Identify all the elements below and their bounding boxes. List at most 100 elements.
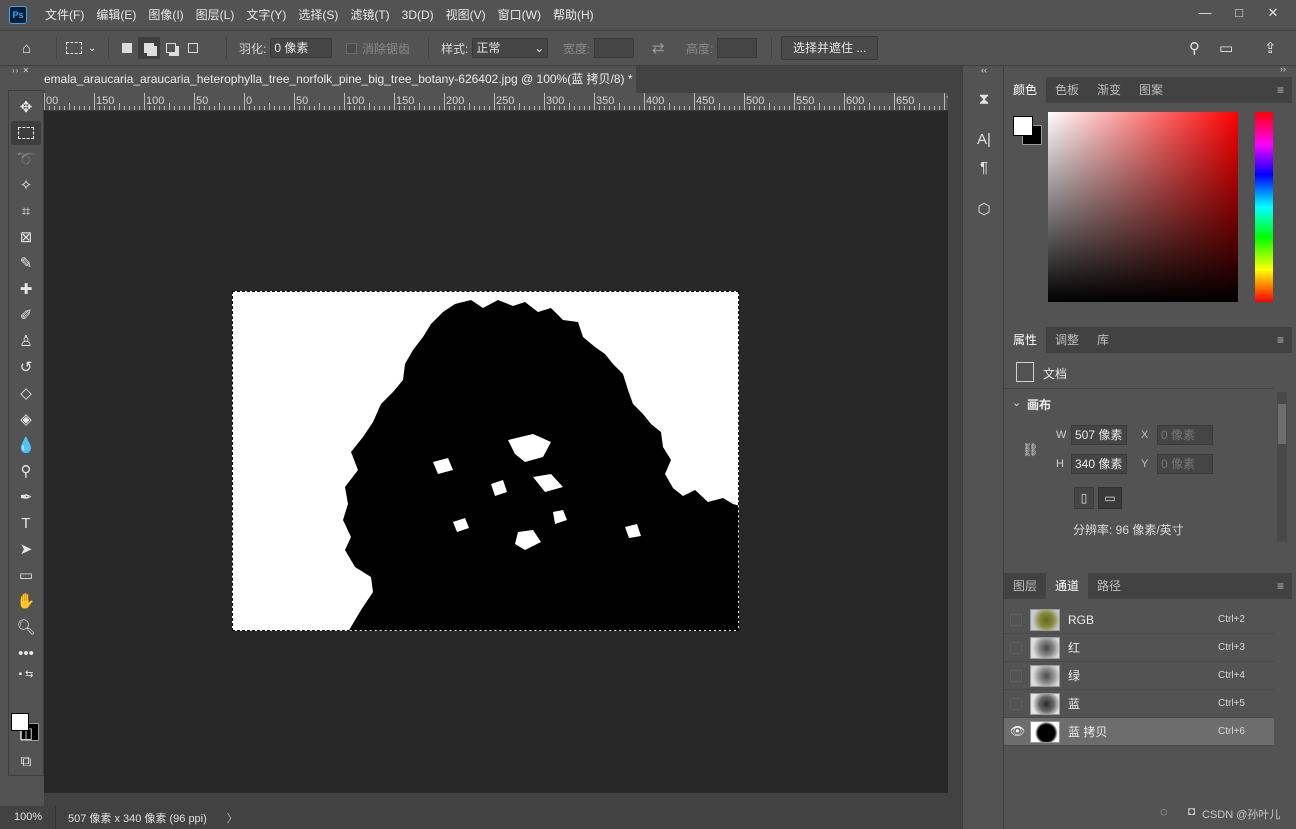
menu-help[interactable]: 帮助(H) <box>547 0 600 30</box>
screen-mode-icon[interactable]: ⧉ <box>11 749 41 773</box>
menu-image[interactable]: 图像(I) <box>142 0 189 30</box>
hue-slider[interactable] <box>1255 112 1273 302</box>
maximize-button[interactable]: □ <box>1224 4 1254 22</box>
visibility-toggle[interactable] <box>1010 641 1022 654</box>
tab-swatches[interactable]: 色板 <box>1046 77 1088 103</box>
subtract-from-selection-icon[interactable] <box>160 37 182 59</box>
workspace-icon[interactable]: ▭ <box>1219 39 1233 57</box>
load-channel-as-selection-icon[interactable]: ◌ <box>1160 804 1168 819</box>
select-and-mask-button[interactable]: 选择并遮住 ... <box>781 36 879 60</box>
menu-select[interactable]: 选择(S) <box>292 0 344 30</box>
type-tool-icon[interactable]: T <box>11 511 41 535</box>
canvas-height-input[interactable]: 340 像素 <box>1071 454 1127 474</box>
close-window-button[interactable]: ✕ <box>1258 4 1288 22</box>
menu-3d[interactable]: 3D(D) <box>396 0 440 30</box>
menu-view[interactable]: 视图(V) <box>440 0 492 30</box>
zoom-level[interactable]: 100% <box>0 806 56 829</box>
home-icon[interactable]: ⌂ <box>22 40 31 57</box>
save-selection-as-channel-icon[interactable]: ◘ <box>1188 804 1195 818</box>
tab-patterns[interactable]: 图案 <box>1130 77 1172 103</box>
intersect-selection-icon[interactable] <box>182 37 204 59</box>
visibility-toggle[interactable] <box>1010 697 1022 710</box>
document-canvas[interactable] <box>232 291 739 631</box>
portrait-orientation-icon[interactable]: ▯ <box>1074 487 1094 509</box>
eyedropper-tool-icon[interactable]: ✎ <box>11 251 41 275</box>
panel-menu-icon[interactable]: ≡ <box>1277 83 1284 97</box>
feather-input[interactable]: 0 像素 <box>270 38 333 58</box>
history-brush-tool-icon[interactable]: ↺ <box>11 355 41 379</box>
canvas-y-input[interactable]: 0 像素 <box>1157 454 1213 474</box>
tab-paths[interactable]: 路径 <box>1088 573 1130 599</box>
color-field[interactable] <box>1048 112 1238 302</box>
magic-wand-tool-icon[interactable]: ✧ <box>11 173 41 197</box>
canvas-width-input[interactable]: 507 像素 <box>1071 425 1127 445</box>
height-input[interactable] <box>717 38 758 58</box>
rectangle-tool-icon[interactable]: ▭ <box>11 563 41 587</box>
history-panel-icon[interactable]: ⧗ <box>971 88 997 112</box>
menu-edit[interactable]: 编辑(E) <box>90 0 142 30</box>
crop-tool-icon[interactable]: ⌗ <box>11 199 41 223</box>
visibility-toggle[interactable] <box>1010 613 1022 626</box>
tab-layers[interactable]: 图层 <box>1004 573 1046 599</box>
menu-type[interactable]: 文字(Y) <box>240 0 292 30</box>
share-icon[interactable]: ⇪ <box>1264 39 1277 57</box>
eye-icon[interactable]: 👁︎ <box>1010 725 1025 738</box>
healing-brush-tool-icon[interactable]: ✚ <box>11 277 41 301</box>
expand-icon[interactable]: ›› <box>1280 64 1286 74</box>
toolbar-collapse-icon[interactable]: ›› ✕ <box>0 66 44 78</box>
zoom-tool-icon[interactable]: 🔍︎ <box>11 615 41 639</box>
menu-window[interactable]: 窗口(W) <box>492 0 547 30</box>
tab-gradients[interactable]: 渐变 <box>1088 77 1130 103</box>
link-icon[interactable]: ⛓ <box>1022 442 1039 458</box>
eraser-tool-icon[interactable]: ◇ <box>11 381 41 405</box>
chevron-down-icon[interactable]: ⌄ <box>88 43 96 54</box>
character-panel-icon[interactable]: A| <box>971 128 997 152</box>
swap-colors-icon[interactable]: ▪ ⇆ <box>11 667 41 681</box>
visibility-toggle[interactable] <box>1010 669 1022 682</box>
rectangular-marquee-tool-icon[interactable] <box>11 121 41 145</box>
foreground-color-swatch[interactable] <box>11 713 29 731</box>
channel-row-red[interactable]: 红 Ctrl+3 <box>1004 634 1274 662</box>
tab-adjustments[interactable]: 调整 <box>1046 327 1088 353</box>
channel-row-blue-copy[interactable]: 👁︎ 蓝 拷贝 Ctrl+6 <box>1004 718 1274 746</box>
paragraph-panel-icon[interactable]: ¶ <box>971 156 997 180</box>
marquee-preset-icon[interactable] <box>66 42 82 54</box>
properties-scrollbar[interactable] <box>1277 392 1287 542</box>
frame-tool-icon[interactable]: ⊠ <box>11 225 41 249</box>
swap-width-height-icon[interactable]: ⇄ <box>652 39 665 57</box>
blur-tool-icon[interactable]: 💧 <box>11 433 41 457</box>
more-tools-icon[interactable]: ••• <box>11 641 41 665</box>
pen-tool-icon[interactable]: ✒ <box>11 485 41 509</box>
path-selection-tool-icon[interactable]: ➤ <box>11 537 41 561</box>
menu-filter[interactable]: 滤镜(T) <box>344 0 395 30</box>
add-to-selection-icon[interactable] <box>138 37 160 59</box>
chevron-right-icon[interactable]: 〉 <box>227 810 238 826</box>
collapse-icon[interactable]: ‹‹ <box>971 64 997 76</box>
document-tab[interactable]: emala_araucaria_araucaria_heterophylla_t… <box>44 66 636 93</box>
hand-tool-icon[interactable]: ✋ <box>11 589 41 613</box>
color-panel-foreground-swatch[interactable] <box>1013 116 1033 136</box>
channel-row-rgb[interactable]: RGB Ctrl+2 <box>1004 606 1274 634</box>
horizontal-scrollbar[interactable] <box>44 793 948 806</box>
canvas-x-input[interactable]: 0 像素 <box>1157 425 1213 445</box>
clone-stamp-tool-icon[interactable]: ♙ <box>11 329 41 353</box>
style-select[interactable]: 正常 ⌄ <box>472 38 549 58</box>
new-selection-icon[interactable] <box>116 37 138 59</box>
landscape-orientation-icon[interactable]: ▭ <box>1098 487 1122 509</box>
antialias-checkbox[interactable] <box>346 42 357 54</box>
menu-file[interactable]: 文件(F) <box>39 0 90 30</box>
tab-color[interactable]: 颜色 <box>1004 77 1047 103</box>
3d-panel-icon[interactable]: ⬡ <box>971 198 997 222</box>
dodge-tool-icon[interactable]: ⚲ <box>11 459 41 483</box>
panel-menu-icon[interactable]: ≡ <box>1277 579 1284 593</box>
move-tool-icon[interactable]: ✥ <box>11 95 41 119</box>
chevron-down-icon[interactable]: ⌄ <box>1012 396 1021 409</box>
search-icon[interactable]: ⚲ <box>1189 39 1200 57</box>
tab-properties[interactable]: 属性 <box>1004 327 1047 353</box>
tab-channels[interactable]: 通道 <box>1046 573 1089 599</box>
lasso-tool-icon[interactable]: ➰ <box>11 147 41 171</box>
minimize-button[interactable]: — <box>1190 4 1220 22</box>
brush-tool-icon[interactable]: ✐ <box>11 303 41 327</box>
panel-menu-icon[interactable]: ≡ <box>1277 333 1284 347</box>
channel-row-blue[interactable]: 蓝 Ctrl+5 <box>1004 690 1274 718</box>
